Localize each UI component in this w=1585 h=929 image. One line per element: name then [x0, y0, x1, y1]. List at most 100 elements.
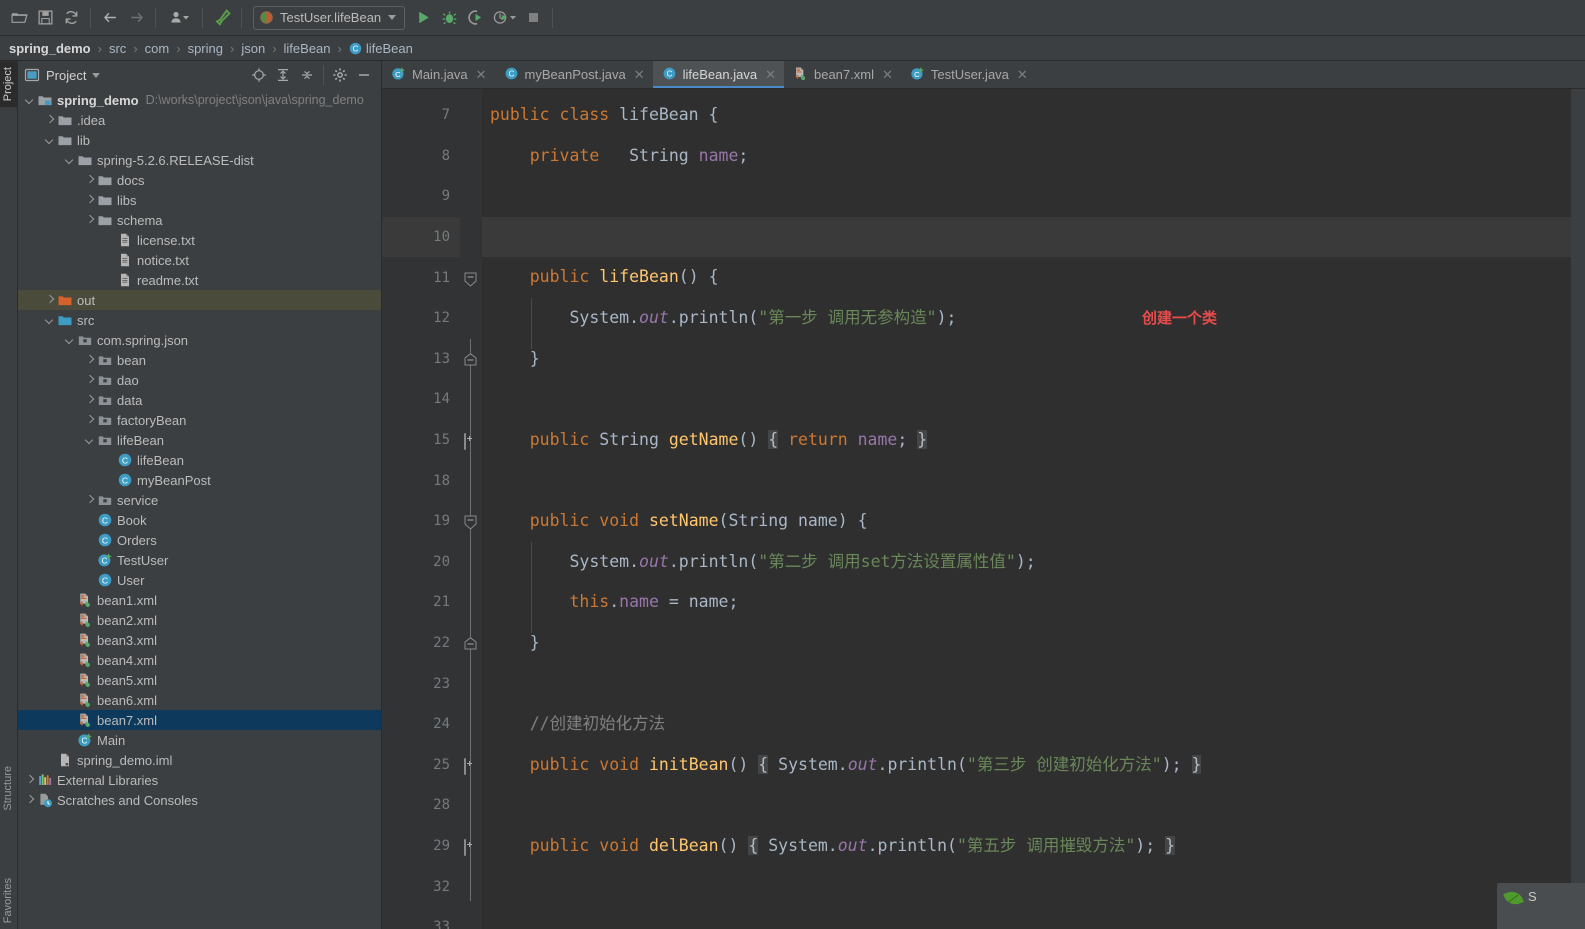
- tree-item-scratches-and-consoles[interactable]: Scratches and Consoles: [18, 790, 381, 810]
- tree-item-notice-txt[interactable]: notice.txt: [18, 250, 381, 270]
- code-content[interactable]: public class lifeBean { private String n…: [482, 89, 1571, 929]
- tool-tab-structure[interactable]: Structure: [0, 760, 17, 817]
- run-configuration-selector[interactable]: TestUser.lifeBean: [253, 5, 406, 30]
- run-with-coverage-button[interactable]: [462, 5, 488, 31]
- editor-tab-testuser-java[interactable]: C TestUser.java ✕: [900, 61, 1036, 88]
- code-line-8[interactable]: private String name;: [482, 136, 1571, 177]
- code-line-12[interactable]: System.out.println("第一步 调用无参构造");: [482, 298, 1571, 339]
- tree-item-bean1-xml[interactable]: bean1.xml: [18, 590, 381, 610]
- line-number-13[interactable]: 13: [382, 339, 460, 380]
- breadcrumb-item-3[interactable]: spring: [183, 41, 228, 56]
- editor-tab-main-java[interactable]: C Main.java ✕: [382, 61, 495, 88]
- fold-marker-line-13[interactable]: [464, 353, 477, 369]
- back-arrow-icon[interactable]: [97, 5, 123, 31]
- code-line-23[interactable]: [482, 663, 1571, 704]
- tree-item-bean4-xml[interactable]: bean4.xml: [18, 650, 381, 670]
- line-number-29[interactable]: 29: [382, 826, 460, 867]
- code-line-20[interactable]: System.out.println("第二步 调用set方法设置属性值");: [482, 542, 1571, 583]
- line-number-14[interactable]: 14: [382, 379, 460, 420]
- tool-tab-project[interactable]: Project: [0, 61, 17, 108]
- hide-panel-icon[interactable]: [353, 64, 375, 86]
- code-line-33[interactable]: [482, 907, 1571, 929]
- expand-fold-icon[interactable]: [464, 757, 466, 775]
- chevron-right-icon[interactable]: [84, 495, 95, 506]
- marker-lane-scrollbar[interactable]: [1571, 89, 1585, 929]
- tree-item-schema[interactable]: schema: [18, 210, 381, 230]
- open-folder-icon[interactable]: [6, 5, 32, 31]
- line-number-23[interactable]: 23: [382, 663, 460, 704]
- code-line-32[interactable]: [482, 866, 1571, 907]
- chevron-down-icon[interactable]: [24, 95, 35, 106]
- chevron-down-icon[interactable]: [84, 435, 95, 446]
- tree-item-bean5-xml[interactable]: bean5.xml: [18, 670, 381, 690]
- code-line-29[interactable]: public void delBean() { System.out.print…: [482, 826, 1571, 867]
- expand-fold-icon[interactable]: [464, 433, 466, 451]
- code-line-11[interactable]: public lifeBean() {: [482, 257, 1571, 298]
- editor-tab-mybeanpost-java[interactable]: CmyBeanPost.java ✕: [494, 61, 653, 88]
- code-line-15[interactable]: public String getName() { return name; }: [482, 420, 1571, 461]
- expand-all-icon[interactable]: [272, 64, 294, 86]
- chevron-right-icon[interactable]: [44, 115, 55, 126]
- code-line-18[interactable]: [482, 460, 1571, 501]
- tree-item-spring-demo[interactable]: spring_demo D:\works\project\json\java\sp…: [18, 90, 381, 110]
- tree-item-bean3-xml[interactable]: bean3.xml: [18, 630, 381, 650]
- tree-item-external-libraries[interactable]: External Libraries: [18, 770, 381, 790]
- breadcrumb-item-0[interactable]: spring_demo: [4, 41, 96, 56]
- line-number-21[interactable]: 21: [382, 582, 460, 623]
- chevron-right-icon[interactable]: [44, 295, 55, 306]
- tree-item-lifebean[interactable]: lifeBean: [18, 430, 381, 450]
- tree-item-out[interactable]: out: [18, 290, 381, 310]
- line-number-9[interactable]: 9: [382, 176, 460, 217]
- tree-item-book[interactable]: C Book: [18, 510, 381, 530]
- fold-marker-line-15[interactable]: [464, 433, 466, 451]
- chevron-right-icon[interactable]: [84, 195, 95, 206]
- line-number-33[interactable]: 33: [382, 907, 460, 929]
- tree-item-lifebean[interactable]: ClifeBean: [18, 450, 381, 470]
- tree-item-libs[interactable]: libs: [18, 190, 381, 210]
- project-panel-chevron-icon[interactable]: [92, 72, 101, 78]
- line-number-8[interactable]: 8: [382, 136, 460, 177]
- editor-tab-bean7-xml[interactable]: bean7.xml ✕: [783, 61, 901, 88]
- sync-refresh-icon[interactable]: [58, 5, 84, 31]
- code-line-14[interactable]: [482, 379, 1571, 420]
- code-line-21[interactable]: this.name = name;: [482, 582, 1571, 623]
- save-all-icon[interactable]: [32, 5, 58, 31]
- tree-item-bean2-xml[interactable]: bean2.xml: [18, 610, 381, 630]
- code-line-25[interactable]: public void initBean() { System.out.prin…: [482, 745, 1571, 786]
- chevron-down-icon[interactable]: [44, 135, 55, 146]
- build-hammer-icon[interactable]: [209, 5, 235, 31]
- line-number-20[interactable]: 20: [382, 542, 460, 583]
- chevron-down-icon[interactable]: [64, 155, 75, 166]
- tree-item-user[interactable]: C User: [18, 570, 381, 590]
- breadcrumb-item-4[interactable]: json: [236, 41, 270, 56]
- debug-button[interactable]: [436, 5, 462, 31]
- line-number-12[interactable]: 12: [382, 298, 460, 339]
- chevron-right-icon[interactable]: [84, 415, 95, 426]
- chevron-right-icon[interactable]: [84, 175, 95, 186]
- chevron-right-icon[interactable]: [84, 375, 95, 386]
- locate-file-icon[interactable]: [248, 64, 270, 86]
- chevron-down-icon[interactable]: [64, 335, 75, 346]
- close-icon[interactable]: ✕: [882, 67, 893, 83]
- code-folding-rail[interactable]: [460, 89, 482, 929]
- breadcrumb-item-6[interactable]: C lifeBean: [344, 41, 418, 56]
- tree-item-bean[interactable]: bean: [18, 350, 381, 370]
- code-line-24[interactable]: //创建初始化方法: [482, 704, 1571, 745]
- tree-item-license-txt[interactable]: license.txt: [18, 230, 381, 250]
- line-number-15[interactable]: 15: [382, 420, 460, 461]
- breadcrumb-item-5[interactable]: lifeBean: [279, 41, 336, 56]
- tool-tab-favorites[interactable]: Favorites: [0, 872, 17, 929]
- tree-item-main[interactable]: C Main: [18, 730, 381, 750]
- tree-item-data[interactable]: data: [18, 390, 381, 410]
- code-line-19[interactable]: public void setName(String name) {: [482, 501, 1571, 542]
- code-line-7[interactable]: public class lifeBean {: [482, 95, 1571, 136]
- tree-item--idea[interactable]: .idea: [18, 110, 381, 130]
- tree-item-bean6-xml[interactable]: bean6.xml: [18, 690, 381, 710]
- breadcrumb-item-1[interactable]: src: [104, 41, 131, 56]
- tree-item-spring-5-2-6-release-dist[interactable]: spring-5.2.6.RELEASE-dist: [18, 150, 381, 170]
- collapse-all-icon[interactable]: [296, 64, 318, 86]
- line-number-28[interactable]: 28: [382, 785, 460, 826]
- chevron-right-icon[interactable]: [84, 395, 95, 406]
- tree-item-src[interactable]: src: [18, 310, 381, 330]
- tree-item-readme-txt[interactable]: readme.txt: [18, 270, 381, 290]
